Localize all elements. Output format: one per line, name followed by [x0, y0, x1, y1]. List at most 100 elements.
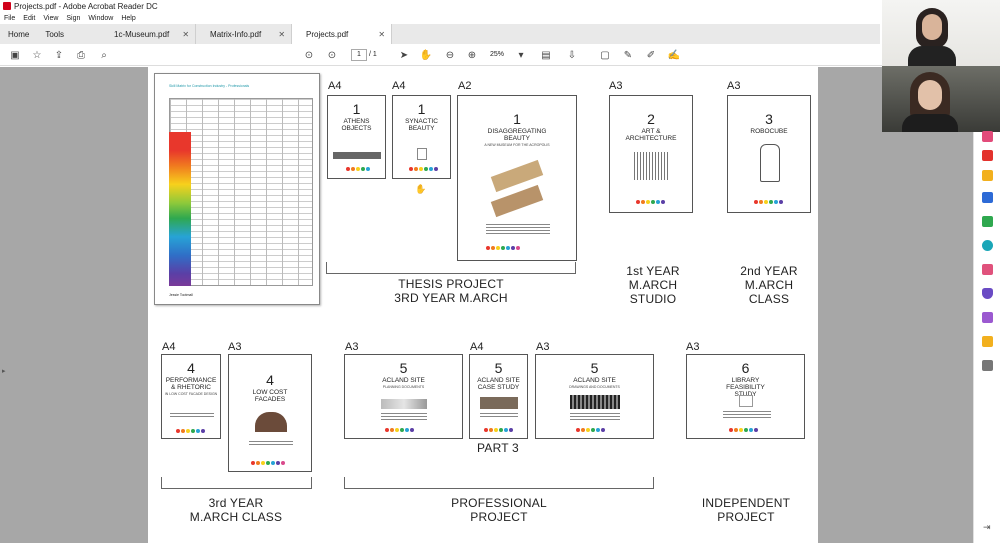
thumb-acland-drawings[interactable]: 5 ACLAND SITE DRAWINGS AND DOCUMENTS — [535, 354, 654, 439]
search-icon[interactable]: ⌕ — [97, 48, 111, 62]
menu-sign[interactable]: Sign — [66, 15, 80, 22]
project-number: 3 — [765, 111, 773, 127]
comment-icon[interactable]: ▢ — [598, 48, 612, 62]
thesis-bracket — [326, 262, 576, 274]
color-dots — [251, 461, 285, 465]
group-label-independent: INDEPENDENT PROJECT — [701, 496, 791, 524]
fill-sign-icon[interactable] — [982, 264, 993, 275]
upload-icon[interactable]: ⇪ — [52, 48, 66, 62]
compress-icon[interactable] — [982, 240, 993, 251]
robot-sketch-image — [760, 144, 780, 182]
project-number: 4 — [266, 372, 274, 388]
highlight-pen-icon[interactable]: ✎ — [621, 48, 635, 62]
sketch-image — [417, 148, 427, 160]
project-subtitle: A NEW MUSEUM FOR THE ACROPOLIS — [484, 143, 550, 147]
zoom-in-icon[interactable]: ⊕ — [465, 48, 479, 62]
zoom-dropdown-icon[interactable]: ▾ — [514, 48, 528, 62]
zoom-out-icon[interactable]: ⊖ — [443, 48, 457, 62]
project-subtitle: IN LOW COST FACADE DESIGN — [164, 392, 218, 396]
doc-tab-museum[interactable]: 1c-Museum.pdf ✕ — [100, 24, 197, 44]
tab-tools[interactable]: Tools — [37, 24, 72, 44]
thumb-acland-case-study[interactable]: 5 ACLAND SITE CASE STUDY — [469, 354, 528, 439]
menu-edit[interactable]: Edit — [23, 15, 35, 22]
tab-home[interactable]: Home — [0, 24, 37, 44]
page-number-input[interactable]: 1 — [351, 49, 367, 61]
group-label-thesis: THESIS PROJECT 3RD YEAR M.ARCH — [394, 277, 508, 305]
doc-tab-projects[interactable]: Projects.pdf ✕ — [292, 24, 393, 44]
matrix-sheet: Skill Matrix for Construction Industry -… — [154, 73, 320, 305]
thumb-performance-rhetoric[interactable]: 4 PERFORMANCE & RHETORIC IN LOW COST FAC… — [161, 354, 221, 439]
protect-icon[interactable] — [982, 288, 993, 299]
skyline-image — [333, 152, 381, 159]
project-title: ATHENS OBJECTS — [341, 118, 372, 132]
combine-files-icon[interactable] — [982, 192, 993, 203]
project-number: 4 — [187, 360, 195, 376]
color-dots — [754, 200, 783, 204]
menu-view[interactable]: View — [43, 15, 58, 22]
comment-tool-icon[interactable] — [982, 170, 993, 181]
color-dots — [346, 167, 370, 171]
size-label: A4 — [328, 80, 342, 92]
group-label-third-year: 3rd YEAR M.ARCH CLASS — [189, 496, 283, 524]
hand-cursor-icon: ✋ — [415, 184, 427, 194]
doc-tab-matrix[interactable]: Matrix-Info.pdf ✕ — [196, 24, 293, 44]
sign-icon[interactable]: ✍ — [667, 48, 681, 62]
professional-bracket — [344, 477, 654, 489]
thumb-art-architecture[interactable]: 2 ART & ARCHITECTURE — [609, 95, 693, 213]
thumb-disaggregating-beauty[interactable]: 1 DISAGGREGATING BEAUTY A NEW MUSEUM FOR… — [457, 95, 577, 261]
project-title: ACLAND SITE CASE STUDY — [477, 377, 520, 391]
fit-page-icon[interactable]: ▤ — [539, 48, 553, 62]
color-dots — [636, 200, 665, 204]
zoom-level[interactable]: 25% — [490, 51, 504, 58]
edit-pdf-icon[interactable] — [982, 312, 993, 323]
participant-body — [908, 46, 956, 66]
expand-left-panel-icon[interactable]: ▸ — [2, 367, 6, 375]
tab-bar: Home Tools 1c-Museum.pdf ✕ Matrix-Info.pd… — [0, 24, 880, 44]
close-icon[interactable]: ✕ — [278, 30, 285, 39]
text-block — [570, 413, 620, 422]
page-down-icon[interactable]: ⊙ — [325, 48, 339, 62]
text-block — [486, 224, 550, 236]
menu-file[interactable]: File — [4, 15, 15, 22]
organize-pages-icon[interactable] — [982, 216, 993, 227]
close-icon[interactable]: ✕ — [182, 30, 189, 39]
close-icon[interactable]: ✕ — [378, 30, 385, 39]
create-pdf-icon[interactable] — [982, 150, 993, 161]
draw-icon[interactable]: ✐ — [644, 48, 658, 62]
collapse-pane-icon[interactable]: ⇥ — [983, 522, 991, 533]
project-number: 5 — [494, 360, 503, 376]
thumb-robocube[interactable]: 3 ROBOCUBE — [727, 95, 811, 213]
thumb-acland-planning[interactable]: 5 ACLAND SITE PLANNING DOCUMENTS — [344, 354, 463, 439]
thumb-athens-objects[interactable]: 1 ATHENS OBJECTS — [327, 95, 386, 179]
video-tile-participant-1 — [882, 0, 1000, 66]
doc-tab-label: Matrix-Info.pdf — [210, 29, 262, 39]
group-label-second-year: 2nd YEAR M.ARCH CLASS — [740, 264, 798, 306]
bookmark-star-icon[interactable]: ☆ — [30, 48, 44, 62]
color-dots — [576, 428, 605, 432]
sketch-image — [634, 152, 670, 180]
scroll-mode-icon[interactable]: ⇩ — [565, 48, 579, 62]
sketch-image — [739, 395, 753, 407]
menu-help[interactable]: Help — [121, 15, 135, 22]
project-number: 2 — [647, 111, 655, 127]
hand-tool-icon[interactable]: ✋ — [419, 48, 433, 62]
participant-body — [902, 114, 958, 132]
send-for-review-icon[interactable] — [982, 336, 993, 347]
thumb-library-feasibility[interactable]: 6 LIBRARY FEASIBILITY STUDY — [686, 354, 805, 439]
facade-image — [255, 412, 287, 432]
thumb-low-cost-facades[interactable]: 4 LOW COST FACADES — [228, 354, 312, 472]
page-up-icon[interactable]: ⊙ — [302, 48, 316, 62]
select-cursor-icon[interactable]: ➤ — [397, 48, 411, 62]
export-pdf-icon[interactable] — [982, 131, 993, 142]
size-label: A2 — [458, 80, 472, 92]
project-number: 1 — [417, 101, 426, 117]
size-label: A3 — [609, 80, 623, 92]
thumb-synactic-beauty[interactable]: 1 SYNACTIC BEAUTY — [392, 95, 451, 179]
print-icon[interactable]: ⎙ — [74, 48, 88, 62]
menu-window[interactable]: Window — [88, 15, 113, 22]
toolbar: ▣ ☆ ⇪ ⎙ ⌕ ⊙ ⊙ 1 / 1 ➤ ✋ ⊖ ⊕ 25% ▾ ▤ ⇩ ▢ … — [0, 44, 1000, 66]
save-icon[interactable]: ▣ — [8, 48, 22, 62]
more-tools-icon[interactable] — [982, 360, 993, 371]
size-label: A3 — [345, 341, 359, 353]
size-label: A4 — [470, 341, 484, 353]
